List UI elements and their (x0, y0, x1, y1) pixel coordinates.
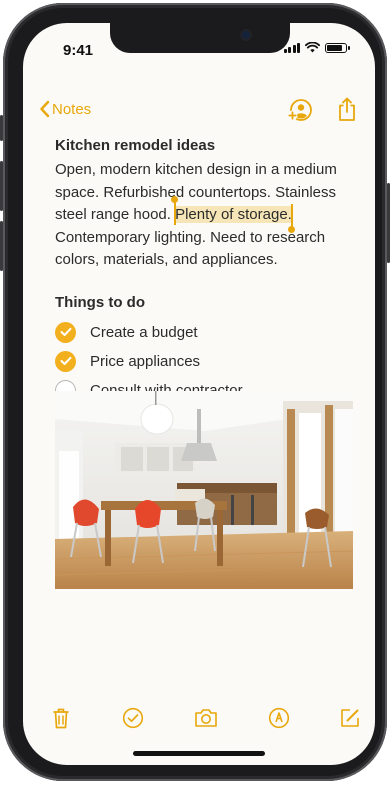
kitchen-photo[interactable] (55, 391, 353, 589)
checklist-icon[interactable] (122, 707, 144, 729)
checkmark-icon (60, 356, 71, 365)
selection-start-handle[interactable] (171, 196, 178, 225)
selected-text-label: Plenty of storage. (175, 206, 292, 223)
volume-up-button (0, 161, 3, 211)
phone-frame: 9:41 Notes Kitchen remodel ideas Open, m… (0, 3, 390, 781)
trash-icon[interactable] (52, 707, 70, 729)
silent-switch (0, 115, 3, 141)
share-icon[interactable] (337, 96, 357, 122)
selection-end-handle[interactable] (289, 204, 295, 233)
bottom-toolbar (23, 707, 375, 735)
nav-bar: Notes (23, 96, 375, 126)
wifi-icon (305, 42, 320, 53)
markup-icon[interactable] (268, 707, 290, 729)
note-body-text-rest: Contemporary lighting. Need to research … (55, 228, 326, 269)
add-person-icon[interactable] (287, 98, 313, 122)
checklist-item-label: Create a budget (90, 323, 198, 341)
checklist-heading[interactable]: Things to do (55, 292, 357, 314)
battery-icon (325, 42, 350, 53)
home-indicator[interactable] (133, 751, 265, 756)
kitchen-photo-image (55, 391, 353, 589)
checkbox-checked[interactable] (55, 350, 76, 372)
compose-icon[interactable] (339, 707, 361, 729)
checklist-item-label: Price appliances (90, 352, 201, 370)
status-time: 9:41 (63, 42, 94, 59)
checklist-item[interactable]: Create a budget (55, 318, 357, 347)
chevron-left-icon (40, 100, 50, 118)
checkmark-icon (60, 327, 71, 336)
volume-down-button (0, 221, 3, 271)
checklist-item[interactable]: Price appliances (55, 347, 357, 376)
back-label: Notes (52, 100, 92, 118)
back-button[interactable]: Notes (39, 100, 91, 118)
note-title[interactable]: Kitchen remodel ideas (55, 135, 357, 157)
checkbox-checked[interactable] (55, 321, 76, 343)
battery-fill (327, 44, 343, 51)
screen: 9:41 Notes Kitchen remodel ideas Open, m… (23, 23, 375, 765)
notch (110, 23, 290, 53)
power-button (387, 183, 390, 263)
status-icons (283, 42, 350, 53)
note-body[interactable]: Open, modern kitchen design in a medium … (55, 159, 357, 272)
note-content[interactable]: Kitchen remodel ideas Open, modern kitch… (55, 135, 357, 405)
camera-icon[interactable] (194, 707, 218, 728)
selected-text[interactable]: Plenty of storage. (171, 196, 295, 233)
front-camera (242, 31, 250, 39)
signal-icon (283, 42, 300, 53)
